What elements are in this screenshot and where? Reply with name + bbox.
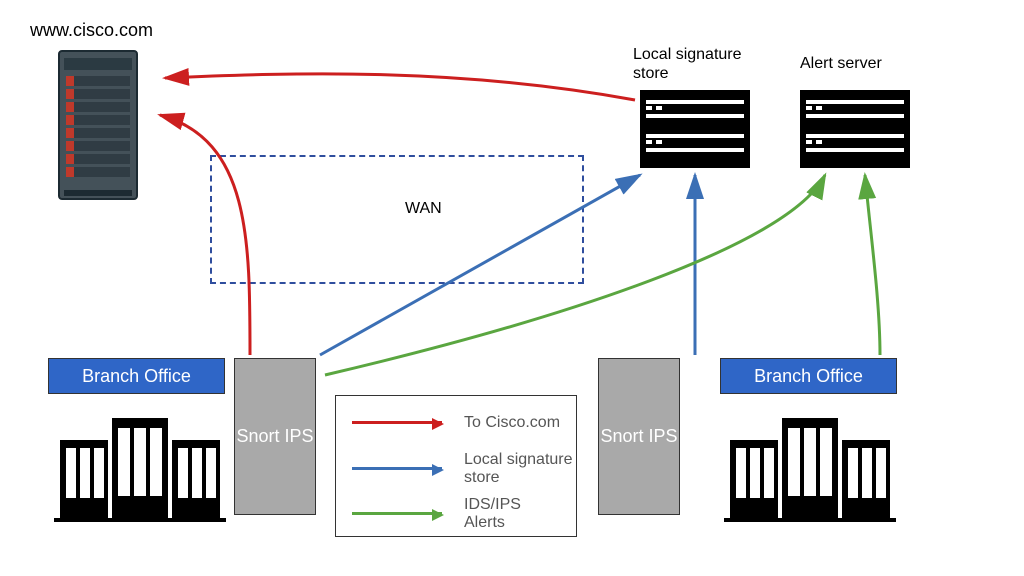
- wan-label: WAN: [405, 200, 442, 218]
- snort-ips-text: Snort IPS: [236, 426, 313, 448]
- wan-frame: [210, 155, 584, 284]
- server-tower-icon: [58, 50, 138, 200]
- office-buildings-icon: [60, 410, 220, 520]
- office-buildings-icon: [730, 410, 890, 520]
- server-rack-icon: [640, 90, 750, 168]
- sig-store-label: Local signature store: [633, 45, 742, 83]
- legend-green: IDS/IPS Alerts: [352, 496, 521, 531]
- legend-red: To Cisco.com: [352, 414, 560, 432]
- diagram-canvas: www.cisco.com Local signature store Aler…: [0, 0, 1024, 576]
- legend: To Cisco.com Local signature store IDS/I…: [335, 395, 577, 537]
- legend-blue: Local signature store: [352, 451, 573, 486]
- legend-red-text: To Cisco.com: [464, 414, 560, 432]
- arrow-red-right: [165, 74, 635, 100]
- arrow-green-right: [865, 175, 880, 355]
- cisco-url-label: www.cisco.com: [30, 20, 153, 41]
- snort-ips-box-right: Snort IPS: [598, 358, 680, 515]
- snort-ips-text: Snort IPS: [600, 426, 677, 448]
- legend-blue-text: Local signature store: [464, 451, 573, 486]
- alert-server-label: Alert server: [800, 55, 882, 73]
- server-rack-icon: [800, 90, 910, 168]
- branch-office-label-right: Branch Office: [720, 358, 897, 394]
- snort-ips-box-left: Snort IPS: [234, 358, 316, 515]
- branch-office-label-left: Branch Office: [48, 358, 225, 394]
- legend-green-text: IDS/IPS Alerts: [464, 496, 521, 531]
